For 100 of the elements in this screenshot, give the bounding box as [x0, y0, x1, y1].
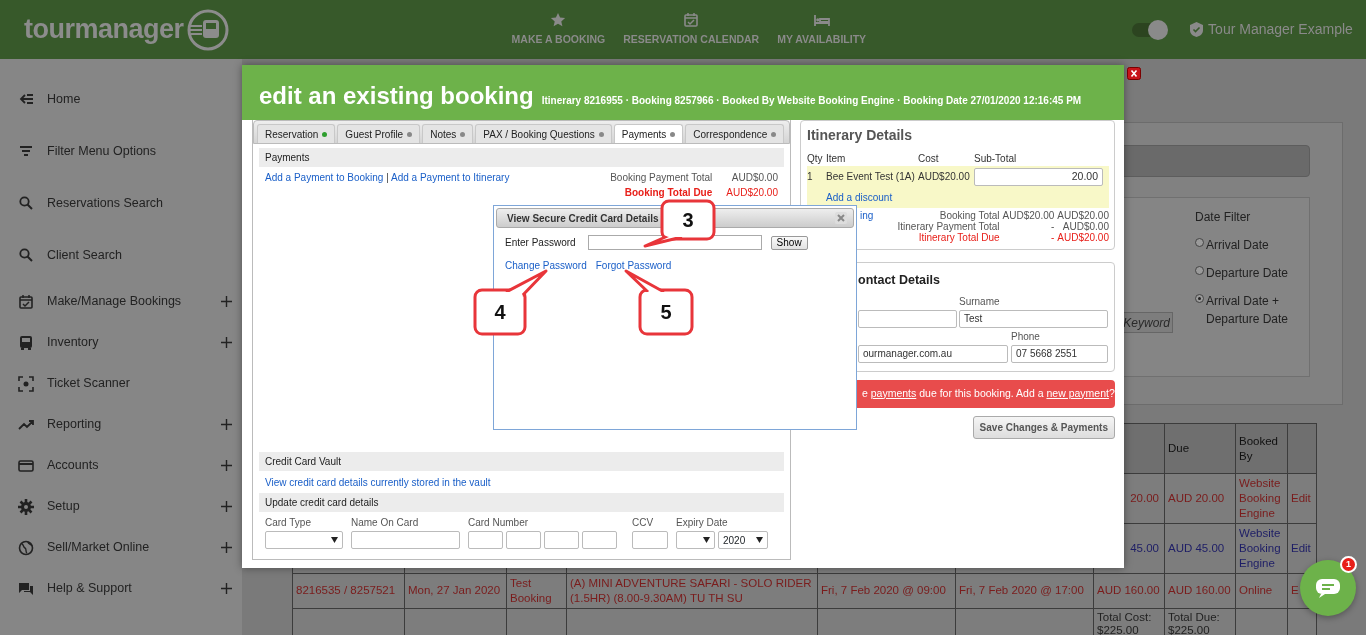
- field-label: Phone: [1011, 329, 1041, 344]
- input-field[interactable]: Test: [959, 309, 1108, 328]
- tab[interactable]: Reservation: [257, 124, 336, 143]
- table-cell: AUD 45.00: [1168, 540, 1225, 556]
- link[interactable]: ing: [860, 210, 874, 221]
- notification-badge: 1: [1340, 556, 1357, 573]
- radio-button[interactable]: [1195, 266, 1204, 275]
- filter-icon: [18, 143, 34, 159]
- radio-label[interactable]: Arrival Date: [1206, 236, 1269, 254]
- alert-message: e payments due for this booking. Add a new payment?: [862, 386, 1115, 399]
- scanner-icon: [18, 375, 34, 392]
- table-cell-text: (A) MINI ADVENTURE SAFARI - SOLO RIDER (1.5HR) (8.00-9.30AM) TU TH SU: [570, 575, 813, 606]
- amount: AUD$20.00: [1002, 210, 1055, 221]
- globe-icon: [18, 539, 34, 556]
- column-header[interactable]: Due: [1168, 441, 1190, 456]
- table-cell: Fri, 7 Feb 2020 @ 17:00: [959, 583, 1084, 599]
- sidebar-item[interactable]: Accounts: [47, 456, 208, 475]
- panel-title: ontact Details: [858, 272, 941, 289]
- amount: AUD$20.00: [1057, 232, 1109, 243]
- link[interactable]: View credit card details currently stored in the vault: [265, 477, 491, 488]
- theme-toggle[interactable]: [1132, 22, 1167, 37]
- bus-icon: [18, 334, 34, 351]
- panel-title: Itinerary Details: [807, 126, 914, 145]
- input-field[interactable]: [582, 531, 617, 549]
- input-field[interactable]: [351, 531, 460, 549]
- radio-button[interactable]: [1195, 294, 1204, 303]
- table-cell-text: 20.00: [1130, 490, 1160, 506]
- save-button[interactable]: Save Changes & Payments: [972, 415, 1115, 439]
- field-label: Card Number: [468, 516, 530, 530]
- input-field[interactable]: [632, 531, 668, 549]
- link[interactable]: payments: [870, 386, 917, 399]
- table-cell-text: Website Booking Engine: [1239, 476, 1282, 521]
- bus-logo-icon: [185, 7, 230, 52]
- plus-icon[interactable]: [221, 542, 232, 553]
- sidebar-item[interactable]: Ticket Scanner: [47, 374, 232, 393]
- tab[interactable]: PAX / Booking Questions: [475, 124, 612, 143]
- plus-icon[interactable]: [221, 501, 232, 512]
- field-label: Card Type: [265, 516, 312, 530]
- link[interactable]: Add a discount: [826, 192, 893, 203]
- input-field[interactable]: [858, 309, 957, 328]
- sidebar-item[interactable]: Reservations Search: [47, 193, 232, 213]
- plus-icon[interactable]: [221, 337, 232, 348]
- link[interactable]: Add a Payment to Booking: [265, 172, 384, 183]
- amount: AUD$20.00: [1057, 210, 1109, 221]
- select-field[interactable]: [676, 531, 715, 549]
- input-field[interactable]: 07 5668 2551: [1011, 344, 1108, 363]
- link[interactable]: new payment: [1046, 386, 1109, 399]
- input-field[interactable]: [544, 531, 579, 549]
- link[interactable]: Forgot Password: [595, 258, 672, 273]
- table-cell-text: Bee Event Test (1A): [826, 170, 916, 184]
- search-icon: [18, 195, 34, 211]
- edit-link[interactable]: E: [1291, 583, 1299, 599]
- sidebar-item[interactable]: Reporting: [47, 415, 208, 434]
- subtotal-field[interactable]: 20.00: [974, 168, 1103, 186]
- nav-link[interactable]: MY AVAILABILITY: [777, 11, 867, 48]
- select-field[interactable]: 2020: [718, 531, 768, 549]
- sidebar-item[interactable]: Sell/Market Online: [47, 538, 208, 557]
- plus-icon[interactable]: [221, 296, 232, 307]
- table-cell: AUD 160.00: [1097, 583, 1160, 599]
- input-field[interactable]: [468, 531, 503, 549]
- tab[interactable]: Notes: [422, 124, 474, 143]
- radio-button[interactable]: [1195, 238, 1204, 247]
- table-cell: AUD 160.00: [1168, 583, 1231, 599]
- nav-link[interactable]: RESERVATION CALENDAR: [623, 11, 760, 48]
- tab[interactable]: Guest Profile: [337, 124, 421, 143]
- sidebar-item[interactable]: Make/Manage Bookings: [47, 292, 208, 311]
- booking-summary: Itinerary 8216955 · Booking 8257966 · Booked By Website Booking Engine · Booking Date 27/01/2020 12:16:45 PM: [541, 94, 1082, 108]
- table-cell-text: Test Booking: [510, 575, 553, 606]
- radio-label[interactable]: Arrival Date + Departure Date: [1206, 292, 1301, 328]
- sidebar-item[interactable]: Filter Menu Options: [47, 141, 232, 161]
- link[interactable]: Add a Payment to Itinerary: [391, 172, 510, 183]
- separator: |: [385, 172, 390, 183]
- sidebar-item[interactable]: Home: [47, 89, 232, 109]
- dialog-title: View Secure Credit Card Details: [507, 211, 659, 226]
- radio-label[interactable]: Departure Date: [1206, 264, 1289, 282]
- account-name[interactable]: Tour Manager Example: [1208, 19, 1353, 40]
- calendar-icon: [683, 11, 700, 28]
- field-label: CCV: [632, 516, 655, 530]
- chat-bubble-icon: [1315, 578, 1341, 598]
- chat-icon: [18, 580, 34, 597]
- sidebar-item[interactable]: Client Search: [47, 245, 232, 265]
- sidebar-item[interactable]: Setup: [47, 497, 208, 516]
- amount: -: [1049, 221, 1055, 232]
- plus-icon[interactable]: [221, 460, 232, 471]
- tab[interactable]: Correspondence: [685, 124, 785, 143]
- column-header: Cost: [918, 152, 940, 166]
- sidebar-item[interactable]: Inventory: [47, 333, 208, 352]
- sidebar-item[interactable]: Help & Support: [47, 579, 208, 598]
- select-field[interactable]: [265, 531, 343, 549]
- input-field[interactable]: [506, 531, 541, 549]
- close-icon[interactable]: [1127, 67, 1141, 80]
- total-label: Booking Total Due: [623, 186, 713, 200]
- tab[interactable]: Payments: [613, 124, 684, 143]
- show-button[interactable]: Show: [770, 235, 808, 250]
- input-field[interactable]: ourmanager.com.au: [858, 344, 1008, 363]
- section-header: Update credit card details: [259, 493, 784, 512]
- plus-icon[interactable]: [221, 583, 232, 594]
- nav-link[interactable]: MAKE A BOOKING: [511, 11, 606, 48]
- section-header: Payments: [259, 148, 784, 167]
- plus-icon[interactable]: [221, 419, 232, 430]
